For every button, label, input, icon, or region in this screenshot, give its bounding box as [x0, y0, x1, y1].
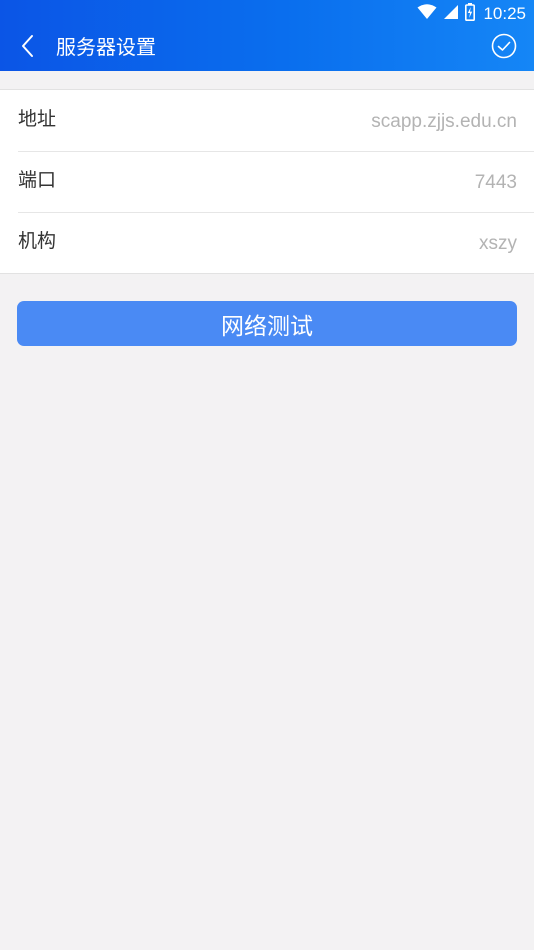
status-time: 10:25 [483, 4, 526, 23]
app-bar: 服务器设置 [0, 26, 534, 71]
page-title: 服务器设置 [56, 35, 156, 59]
organization-label: 机构 [18, 230, 57, 252]
confirm-button[interactable] [490, 33, 518, 63]
address-value[interactable]: scapp.zjjs.edu.cn [371, 111, 517, 133]
organization-value[interactable]: xszy [479, 233, 517, 255]
wifi-icon [417, 4, 437, 24]
cell-signal-icon [443, 4, 459, 24]
status-icons: 10:25 [417, 3, 526, 25]
server-settings-list: 地址 scapp.zjjs.edu.cn 端口 7443 机构 xszy [0, 89, 534, 274]
port-row[interactable]: 端口 7443 [0, 151, 534, 212]
check-circle-icon [491, 33, 517, 63]
address-label: 地址 [18, 108, 57, 130]
battery-icon [465, 3, 476, 25]
organization-row[interactable]: 机构 xszy [0, 212, 534, 273]
network-test-button[interactable]: 网络测试 [17, 301, 517, 346]
port-value[interactable]: 7443 [475, 172, 517, 194]
address-row[interactable]: 地址 scapp.zjjs.edu.cn [0, 90, 534, 151]
status-bar: 10:25 [0, 0, 534, 28]
back-button[interactable] [12, 32, 44, 64]
chevron-left-icon [21, 34, 35, 62]
top-bar: 10:25 服务器设置 [0, 0, 534, 71]
port-label: 端口 [18, 169, 57, 191]
